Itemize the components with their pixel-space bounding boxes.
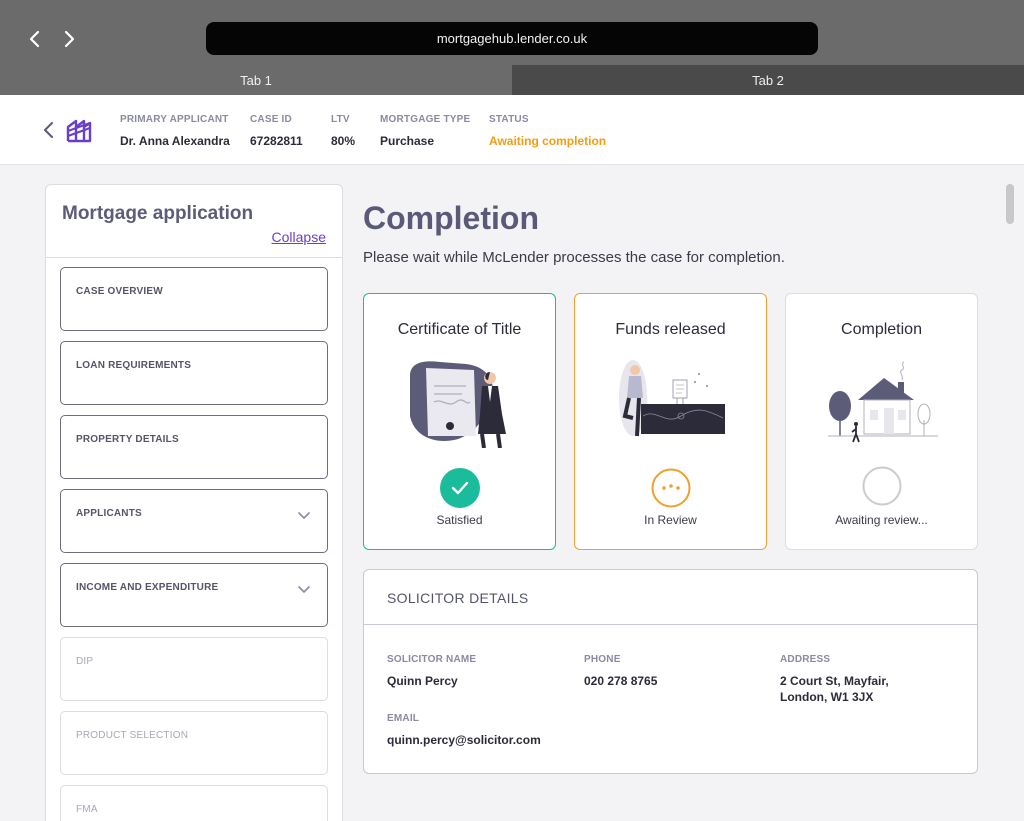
browser-tab-1[interactable]: Tab 1 (0, 65, 512, 95)
email-label: EMAIL (387, 713, 420, 724)
phone-label: PHONE (584, 654, 621, 665)
ltv-value: 80% (331, 134, 356, 148)
chevron-down-icon[interactable] (297, 508, 311, 522)
mortgage-type-label: MORTGAGE TYPE (380, 114, 471, 125)
browser-back-icon[interactable] (24, 28, 46, 50)
panel-divider (364, 624, 977, 625)
solicitor-name-value: Quinn Percy (387, 674, 458, 688)
step-title: Completion (841, 321, 922, 338)
sidebar-item-label: APPLICANTS (76, 508, 142, 519)
sidebar-item-label: INCOME AND EXPENDITURE (76, 582, 219, 593)
address-label: ADDRESS (780, 654, 831, 665)
step-card-funds-released: Funds released In Review (574, 293, 767, 550)
phone-value: 020 278 8765 (584, 674, 658, 688)
primary-applicant-label: PRIMARY APPLICANT (120, 114, 229, 125)
step-status: In Review (644, 513, 697, 527)
sidebar-item-loan-requirements[interactable]: LOAN REQUIREMENTS (60, 341, 328, 405)
address-bar[interactable]: mortgagehub.lender.co.uk (206, 22, 818, 55)
back-chevron-icon[interactable] (40, 121, 58, 139)
sidebar-item-label: LOAN REQUIREMENTS (76, 360, 192, 371)
solicitor-name-field: SOLICITOR NAME Quinn Percy (387, 654, 476, 689)
step-title: Certificate of Title (397, 321, 522, 338)
chevron-down-icon[interactable] (297, 582, 311, 596)
email-field: EMAIL quinn.percy@solicitor.com (387, 713, 541, 748)
browser-chrome: mortgagehub.lender.co.uk Tab 1 Tab 2 (0, 0, 1024, 95)
lender-logo[interactable] (66, 117, 92, 143)
case-header: PRIMARY APPLICANT Dr. Anna Alexandra CAS… (0, 95, 1024, 165)
sidebar-item-fma: FMA (60, 785, 328, 821)
sidebar-item-product-selection: PRODUCT SELECTION (60, 711, 328, 775)
sidebar-item-label: CASE OVERVIEW (76, 286, 163, 297)
status-badge: Awaiting completion (489, 134, 607, 148)
step-status: Awaiting review... (835, 513, 928, 527)
browser-tab-2[interactable]: Tab 2 (512, 65, 1024, 95)
primary-applicant-field: PRIMARY APPLICANT Dr. Anna Alexandra (120, 114, 230, 148)
solicitor-details-title: SOLICITOR DETAILS (387, 590, 529, 606)
address-line-2: London, W1 3JX (780, 690, 874, 704)
status-field: STATUS Awaiting completion (489, 114, 606, 148)
mortgage-type-field: MORTGAGE TYPE Purchase (380, 114, 470, 148)
status-label: STATUS (489, 114, 529, 125)
email-value: quinn.percy@solicitor.com (387, 733, 541, 747)
address-line-1: 2 Court St, Mayfair, (780, 674, 889, 688)
empty-circle-icon (862, 466, 902, 506)
page-scrollbar[interactable] (1006, 184, 1014, 224)
certificate-illustration (404, 356, 516, 449)
sidebar-item-case-overview[interactable]: CASE OVERVIEW (60, 267, 328, 331)
sidebar-item-dip: DIP (60, 637, 328, 701)
mortgage-type-value: Purchase (380, 134, 435, 148)
sidebar-item-label: PROPERTY DETAILS (76, 434, 179, 445)
page-title: Completion (363, 200, 539, 236)
house-illustration (826, 356, 938, 448)
address-field: ADDRESS 2 Court St, Mayfair, London, W1 … (780, 654, 889, 705)
step-title: Funds released (615, 321, 726, 338)
sidebar-title: Mortgage application (62, 203, 254, 224)
case-id-field: CASE ID 67282811 (250, 114, 303, 148)
step-card-certificate-of-title: Certificate of Title Satisfied (363, 293, 556, 550)
step-card-completion: Completion Awaiting review... (785, 293, 978, 550)
phone-field: PHONE 020 278 8765 (584, 654, 657, 689)
sidebar-item-label: DIP (76, 656, 94, 667)
check-icon (440, 468, 480, 508)
ltv-label: LTV (331, 114, 350, 125)
page-subtitle: Please wait while McLender processes the… (363, 249, 785, 266)
funds-illustration (615, 356, 727, 448)
application-sidebar: Mortgage application Collapse CASE OVERV… (45, 184, 343, 821)
browser-forward-icon[interactable] (58, 28, 80, 50)
sidebar-item-applicants[interactable]: APPLICANTS (60, 489, 328, 553)
ltv-field: LTV 80% (331, 114, 355, 148)
collapse-link[interactable]: Collapse (272, 229, 326, 245)
case-id-label: CASE ID (250, 114, 292, 125)
ellipsis-icon (651, 468, 691, 508)
sidebar-divider (46, 257, 342, 258)
case-id-value: 67282811 (250, 134, 303, 148)
solicitor-name-label: SOLICITOR NAME (387, 654, 477, 665)
sidebar-item-label: PRODUCT SELECTION (76, 730, 189, 741)
primary-applicant-value: Dr. Anna Alexandra (120, 134, 230, 148)
solicitor-details-panel: SOLICITOR DETAILS SOLICITOR NAME Quinn P… (363, 569, 978, 774)
step-status: Satisfied (436, 513, 483, 527)
sidebar-item-label: FMA (76, 804, 98, 815)
sidebar-item-income-expenditure[interactable]: INCOME AND EXPENDITURE (60, 563, 328, 627)
sidebar-item-property-details[interactable]: PROPERTY DETAILS (60, 415, 328, 479)
